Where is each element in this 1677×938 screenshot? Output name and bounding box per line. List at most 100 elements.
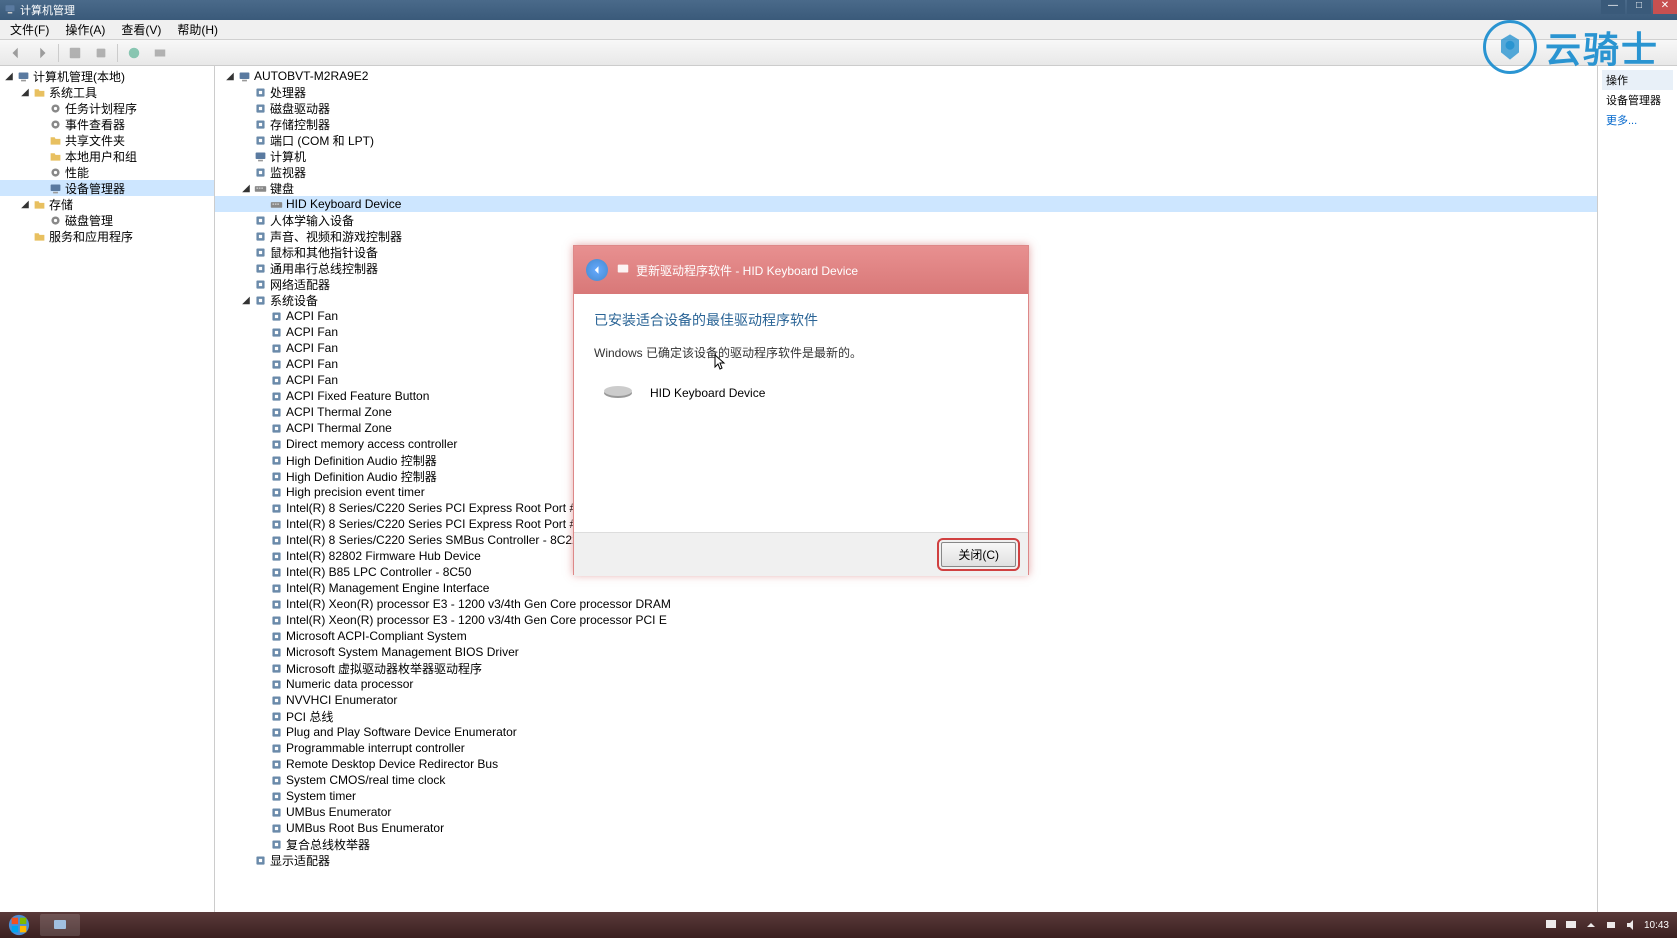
minimize-button[interactable]: — xyxy=(1601,0,1625,14)
window-close-button[interactable]: ✕ xyxy=(1653,0,1677,14)
tree-item[interactable]: 性能 xyxy=(0,164,214,180)
tree-item[interactable]: 计算机 xyxy=(215,148,1597,164)
tree-item[interactable]: UMBus Enumerator xyxy=(215,804,1597,820)
tree-item-label: 网络适配器 xyxy=(270,276,330,293)
tree-item[interactable]: NVVHCI Enumerator xyxy=(215,692,1597,708)
tree-item[interactable]: Microsoft ACPI-Compliant System xyxy=(215,628,1597,644)
tree-item[interactable]: UMBus Root Bus Enumerator xyxy=(215,820,1597,836)
tree-item[interactable]: ◢ 计算机管理(本地) xyxy=(0,68,214,84)
tree-item[interactable]: Intel(R) Xeon(R) processor E3 - 1200 v3/… xyxy=(215,612,1597,628)
collapse-icon[interactable]: ◢ xyxy=(239,183,253,194)
tray-flag-icon[interactable] xyxy=(1544,918,1558,932)
folder-icon xyxy=(32,229,47,244)
back-icon[interactable] xyxy=(6,43,26,63)
tray-action-icon[interactable] xyxy=(1564,918,1578,932)
tree-item[interactable]: Numeric data processor xyxy=(215,676,1597,692)
chip-icon xyxy=(269,613,284,628)
tree-item[interactable]: 复合总线枚举器 xyxy=(215,836,1597,852)
tree-item-label: Intel(R) 8 Series/C220 Series SMBus Cont… xyxy=(286,533,579,547)
computer-icon xyxy=(48,181,63,196)
tree-item[interactable]: ◢AUTOBVT-M2RA9E2 xyxy=(215,68,1597,84)
menu-view[interactable]: 查看(V) xyxy=(115,20,167,39)
tree-item[interactable]: ◢键盘 xyxy=(215,180,1597,196)
tree-item-label: 监视器 xyxy=(270,164,306,181)
tree-item[interactable]: 设备管理器 xyxy=(0,180,214,196)
tree-item[interactable]: 显示适配器 xyxy=(215,852,1597,868)
gear-icon xyxy=(48,213,63,228)
tree-item[interactable]: 本地用户和组 xyxy=(0,148,214,164)
forward-icon[interactable] xyxy=(32,43,52,63)
tree-item[interactable]: 磁盘管理 xyxy=(0,212,214,228)
collapse-icon[interactable]: ◢ xyxy=(18,199,32,210)
help-icon[interactable] xyxy=(124,43,144,63)
folder-icon xyxy=(48,149,63,164)
tree-item[interactable]: 监视器 xyxy=(215,164,1597,180)
collapse-icon[interactable]: ◢ xyxy=(2,71,16,82)
dialog-device-name: HID Keyboard Device xyxy=(650,386,765,400)
tree-item[interactable]: Plug and Play Software Device Enumerator xyxy=(215,724,1597,740)
tree-item-label: Intel(R) 82802 Firmware Hub Device xyxy=(286,549,481,563)
dialog-titlebar[interactable]: 更新驱动程序软件 - HID Keyboard Device xyxy=(574,246,1028,294)
toolbar-separator xyxy=(58,44,59,62)
chip-icon xyxy=(269,357,284,372)
tree-item[interactable]: Microsoft System Management BIOS Driver xyxy=(215,644,1597,660)
tree-item-label: HID Keyboard Device xyxy=(286,197,401,211)
computer-icon xyxy=(237,69,252,84)
tree-item[interactable]: System timer xyxy=(215,788,1597,804)
taskbar-clock[interactable]: 10:43 xyxy=(1644,920,1669,931)
chip-icon xyxy=(269,469,284,484)
chip-icon xyxy=(253,245,268,260)
menu-file[interactable]: 文件(F) xyxy=(4,20,55,39)
tree-item-label: High Definition Audio 控制器 xyxy=(286,468,437,485)
tree-item[interactable]: 任务计划程序 xyxy=(0,100,214,116)
collapse-icon[interactable]: ◢ xyxy=(223,71,237,82)
tree-item-label: 端口 (COM 和 LPT) xyxy=(270,132,374,149)
chip-icon xyxy=(253,213,268,228)
scan-icon[interactable] xyxy=(150,43,170,63)
tree-item[interactable]: Intel(R) Xeon(R) processor E3 - 1200 v3/… xyxy=(215,596,1597,612)
tree-item[interactable]: 处理器 xyxy=(215,84,1597,100)
tree-item[interactable]: 存储控制器 xyxy=(215,116,1597,132)
collapse-icon[interactable]: ◢ xyxy=(18,87,32,98)
tree-item[interactable]: 共享文件夹 xyxy=(0,132,214,148)
start-button[interactable] xyxy=(0,912,38,938)
tree-item-label: ACPI Thermal Zone xyxy=(286,421,392,435)
chip-icon xyxy=(269,837,284,852)
chip-icon xyxy=(253,165,268,180)
tree-item[interactable]: PCI 总线 xyxy=(215,708,1597,724)
tree-item[interactable]: ◢存储 xyxy=(0,196,214,212)
tree-item[interactable]: 事件查看器 xyxy=(0,116,214,132)
properties-icon[interactable] xyxy=(65,43,85,63)
tree-item[interactable]: System CMOS/real time clock xyxy=(215,772,1597,788)
chip-icon xyxy=(269,709,284,724)
tree-item-label: High Definition Audio 控制器 xyxy=(286,452,437,469)
tree-item[interactable]: 端口 (COM 和 LPT) xyxy=(215,132,1597,148)
tree-item[interactable]: ◢系统工具 xyxy=(0,84,214,100)
tray-network-icon[interactable] xyxy=(1604,918,1618,932)
tree-item[interactable]: Remote Desktop Device Redirector Bus xyxy=(215,756,1597,772)
tree-item[interactable]: 服务和应用程序 xyxy=(0,228,214,244)
tray-volume-icon[interactable] xyxy=(1624,918,1638,932)
refresh-icon[interactable] xyxy=(91,43,111,63)
collapse-icon[interactable]: ◢ xyxy=(239,295,253,306)
tree-item[interactable]: 磁盘驱动器 xyxy=(215,100,1597,116)
menu-help[interactable]: 帮助(H) xyxy=(171,20,224,39)
tray-chevron-icon[interactable] xyxy=(1584,918,1598,932)
chip-icon xyxy=(269,405,284,420)
taskbar-app[interactable] xyxy=(40,914,80,936)
actions-more-link[interactable]: 更多... xyxy=(1602,110,1673,130)
tree-item[interactable]: Programmable interrupt controller xyxy=(215,740,1597,756)
tree-item[interactable]: 人体学输入设备 xyxy=(215,212,1597,228)
maximize-button[interactable]: □ xyxy=(1627,0,1651,14)
chip-icon xyxy=(269,661,284,676)
tree-item[interactable]: HID Keyboard Device xyxy=(215,196,1597,212)
tree-item-label: ACPI Fan xyxy=(286,341,338,355)
dialog-back-icon[interactable] xyxy=(586,259,608,281)
tree-item[interactable]: Intel(R) Management Engine Interface xyxy=(215,580,1597,596)
tree-item[interactable]: 声音、视频和游戏控制器 xyxy=(215,228,1597,244)
tree-item[interactable]: Microsoft 虚拟驱动器枚举器驱动程序 xyxy=(215,660,1597,676)
close-button[interactable]: 关闭(C) xyxy=(941,542,1016,567)
tree-item-label: Intel(R) 8 Series/C220 Series PCI Expres… xyxy=(286,517,622,531)
tree-item-label: 计算机管理(本地) xyxy=(33,68,125,85)
menu-action[interactable]: 操作(A) xyxy=(59,20,111,39)
